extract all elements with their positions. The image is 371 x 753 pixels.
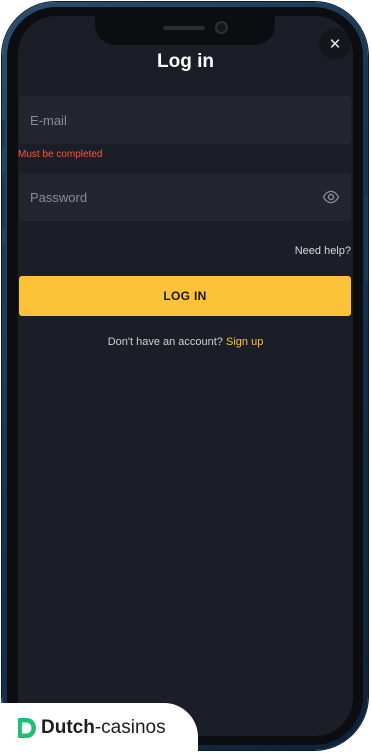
login-screen: ✕ Log in Must be completed Need help? LO…	[18, 16, 353, 736]
login-button[interactable]: LOG IN	[19, 276, 351, 316]
camera-icon	[215, 21, 228, 34]
speaker-icon	[163, 26, 205, 30]
volume-up-button	[2, 174, 5, 230]
dutch-casinos-logo-icon	[18, 718, 36, 738]
signup-prompt: Don't have an account?	[107, 336, 223, 348]
watermark-suffix: -casinos	[94, 717, 166, 738]
power-button	[365, 194, 368, 282]
signup-link[interactable]: Sign up	[226, 336, 263, 348]
password-field[interactable]	[19, 173, 351, 221]
watermark-brand: Dutch	[41, 717, 95, 738]
email-field[interactable]	[19, 96, 351, 144]
notch	[95, 16, 275, 45]
signup-row: Don't have an account? Sign up	[18, 336, 353, 348]
watermark: Dutch-casinos	[0, 703, 198, 753]
email-input[interactable]	[19, 96, 351, 144]
page-title: Log in	[157, 51, 214, 72]
mute-switch	[2, 120, 5, 148]
watermark-text: Dutch-casinos	[41, 717, 166, 739]
volume-down-button	[2, 246, 5, 302]
password-input[interactable]	[19, 173, 351, 221]
email-error-message: Must be completed	[18, 149, 103, 160]
eye-icon[interactable]	[321, 188, 341, 206]
need-help-link[interactable]: Need help?	[295, 245, 351, 257]
